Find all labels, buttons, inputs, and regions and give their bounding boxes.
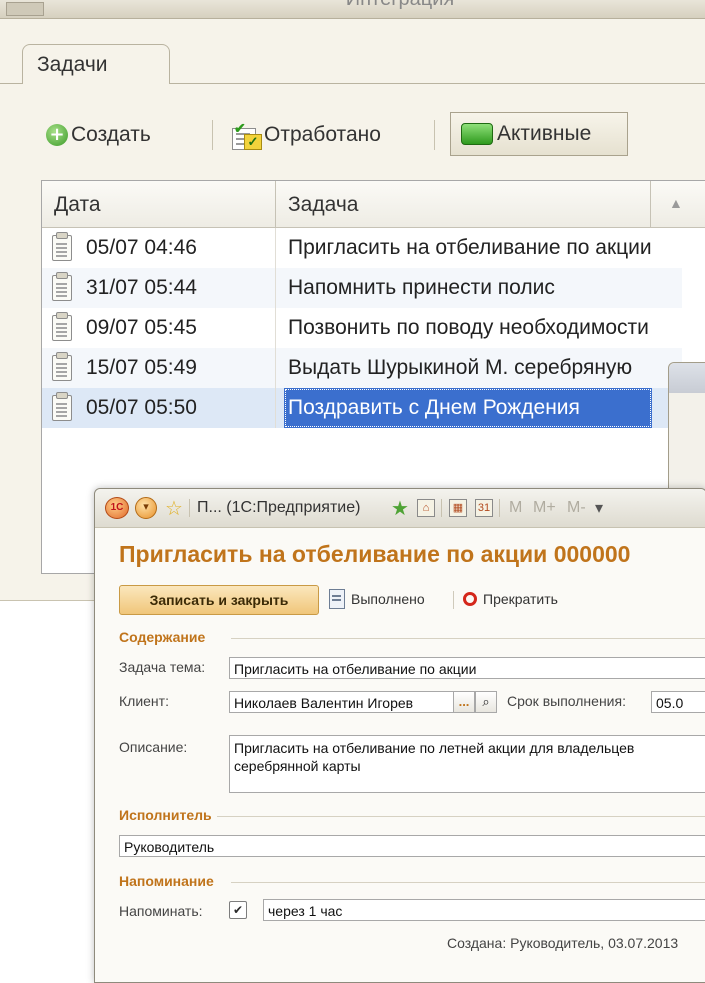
tab-bar: Задачи [0, 40, 705, 84]
tasks-toolbar: + Создать ✔ ✓ Отработано Активные [46, 112, 705, 158]
calculator-button[interactable]: ▦ [449, 497, 467, 519]
created-info: Создана: Руководитель, 03.07.2013 [447, 935, 679, 951]
scroll-up-arrow-icon[interactable]: ▲ [669, 195, 683, 211]
row-date: 05/07 05:50 [86, 396, 197, 419]
row-date: 09/07 05:45 [86, 316, 197, 339]
favorite-button[interactable]: ☆ [165, 497, 183, 520]
task-document-icon [52, 352, 72, 381]
topic-field[interactable]: Пригласить на отбеливание по акции [229, 657, 705, 679]
remind-label: Напоминать: [119, 903, 203, 919]
due-date-field[interactable]: 05.0 [651, 691, 705, 713]
stop-circle-icon [463, 592, 477, 606]
mark-done-button[interactable]: Выполнено [329, 585, 425, 613]
active-status-icon [461, 123, 493, 145]
create-button[interactable]: + Создать [46, 112, 151, 158]
task-document-icon [52, 272, 72, 301]
client-label: Клиент: [119, 693, 169, 709]
calculator-icon: ▦ [449, 499, 467, 517]
row-task: Позвонить по поводу необходимости [288, 316, 649, 339]
tab-tasks[interactable]: Задачи [22, 44, 170, 84]
worked-button-label: Отработано [264, 123, 381, 146]
stop-button-label: Прекратить [483, 591, 558, 607]
row-task: Поздравить с Днем Рождения [284, 388, 652, 428]
calendar-icon: 31 [475, 499, 493, 517]
section-reminder-title: Напоминание [119, 873, 214, 889]
main-window-title: Интеграция [300, 0, 500, 11]
topic-label: Задача тема: [119, 659, 206, 675]
section-reminder: Напоминание [119, 873, 705, 891]
memory-plus-button[interactable]: M+ [533, 497, 556, 519]
star-icon: ☆ [165, 497, 183, 520]
section-content-title: Содержание [119, 629, 206, 645]
save-and-close-button[interactable]: Записать и закрыть [119, 585, 319, 615]
link-button[interactable]: ⌂ [417, 497, 435, 519]
create-button-label: Создать [71, 123, 151, 146]
row-task: Выдать Шурыкиной М. серебряную [288, 356, 633, 379]
section-executor-title: Исполнитель [119, 807, 212, 823]
client-field[interactable]: Николаев Валентин Игорев [229, 691, 455, 713]
task-document-icon [52, 312, 72, 341]
1c-logo-icon: 1С [105, 497, 129, 519]
section-executor: Исполнитель [119, 807, 705, 825]
worked-checklist-icon: ✔ ✓ [230, 120, 262, 150]
executor-field[interactable]: Руководитель [119, 835, 705, 857]
active-toggle-button[interactable]: Активные [450, 112, 628, 156]
section-content: Содержание [119, 629, 705, 647]
column-header-task[interactable]: Задача [288, 193, 358, 217]
task-document-icon [52, 392, 72, 421]
toolbar-separator [212, 120, 213, 150]
client-select-button[interactable]: ... [453, 691, 475, 713]
chevron-down-icon: ▾ [135, 497, 157, 519]
table-row-selected[interactable]: 05/07 05:50 Поздравить с Днем Рождения [42, 388, 682, 428]
star-add-icon: ★ [391, 497, 409, 520]
description-textarea[interactable]: Пригласить на отбеливание по летней акци… [229, 735, 705, 793]
app-logo-button[interactable]: 1С [105, 497, 129, 519]
window-menu-button[interactable] [6, 2, 44, 16]
task-form-window: 1С ▾ ☆ П... (1С:Предприятие) ★ ⌂ ▦ 31 M … [94, 488, 705, 983]
table-row[interactable]: 15/07 05:49 Выдать Шурыкиной М. серебрян… [42, 348, 682, 388]
worked-button[interactable]: ✔ ✓ Отработано [230, 112, 381, 158]
tab-divider [0, 83, 705, 84]
column-header-date[interactable]: Дата [54, 193, 101, 217]
row-date: 31/07 05:44 [86, 276, 197, 299]
table-row[interactable]: 31/07 05:44 Напомнить принести полис [42, 268, 682, 308]
task-form-toolbar: Записать и закрыть Выполнено Прекратить [119, 585, 705, 615]
magnifier-icon: ⌕ [482, 694, 490, 709]
row-task: Напомнить принести полис [288, 276, 555, 299]
add-favorite-button[interactable]: ★ [391, 497, 409, 520]
plus-icon: + [46, 124, 68, 146]
description-label: Описание: [119, 739, 188, 755]
more-menu-button[interactable]: ▾ [595, 497, 603, 519]
table-row[interactable]: 09/07 05:45 Позвонить по поводу необходи… [42, 308, 682, 348]
link-icon: ⌂ [417, 499, 435, 517]
active-button-label: Активные [497, 122, 592, 145]
remind-interval-field[interactable]: через 1 час [263, 899, 705, 921]
remind-checkbox[interactable]: ✔ [229, 901, 247, 919]
task-document-icon [52, 232, 72, 261]
stop-button[interactable]: Прекратить [463, 585, 558, 613]
table-header: Дата Задача ▲ [42, 181, 705, 228]
toolbar-separator [434, 120, 435, 150]
row-task: Пригласить на отбеливание по акции [288, 236, 652, 259]
main-titlebar: Интеграция [0, 0, 705, 19]
task-titlebar: 1С ▾ ☆ П... (1С:Предприятие) ★ ⌂ ▦ 31 M … [95, 489, 705, 528]
client-open-button[interactable]: ⌕ [475, 691, 497, 713]
table-row[interactable]: 05/07 04:46 Пригласить на отбеливание по… [42, 228, 682, 268]
memory-minus-button[interactable]: M- [567, 497, 586, 519]
done-document-icon [329, 589, 345, 609]
window-title: П... (1С:Предприятие) [197, 499, 361, 516]
done-button-label: Выполнено [351, 591, 425, 607]
due-date-label: Срок выполнения: [507, 693, 626, 709]
main-menu-button[interactable]: ▾ [135, 497, 157, 519]
row-date: 15/07 05:49 [86, 356, 197, 379]
chevron-down-icon: ▾ [595, 500, 604, 517]
calendar-button[interactable]: 31 [475, 497, 493, 519]
memory-m-button[interactable]: M [509, 497, 522, 519]
row-date: 05/07 04:46 [86, 236, 197, 259]
task-form-title: Пригласить на отбеливание по акции 00000… [119, 541, 631, 567]
